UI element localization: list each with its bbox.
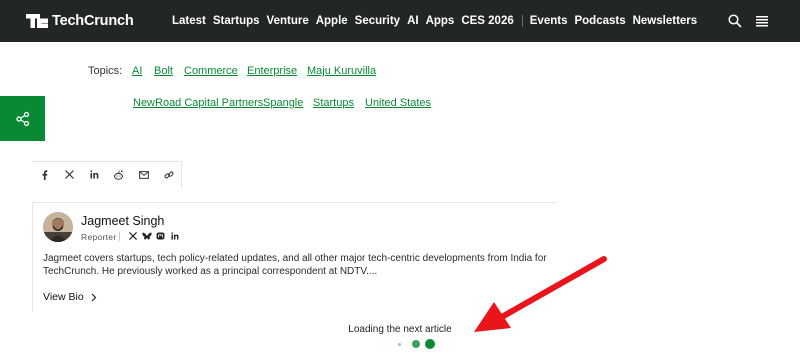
facebook-icon: [42, 169, 48, 180]
topic-tag-maju-kuruvilla[interactable]: Maju Kuruvilla: [307, 65, 376, 77]
author-avatar[interactable]: [43, 212, 73, 242]
techcrunch-logo[interactable]: TechCrunch: [26, 12, 134, 30]
tc-logo-mark-icon: [26, 14, 48, 28]
nav-podcasts[interactable]: Podcasts: [574, 15, 625, 27]
share-x[interactable]: [57, 162, 82, 188]
author-bluesky-link[interactable]: [140, 230, 153, 242]
topic-tag-startups[interactable]: Startups: [313, 97, 354, 109]
share-copy-link[interactable]: [156, 162, 181, 188]
nav-apps[interactable]: Apps: [426, 15, 455, 27]
share-button[interactable]: [0, 96, 45, 141]
author-x-link[interactable]: [126, 230, 139, 242]
loading-dot: [398, 342, 401, 346]
nav-ces-2026[interactable]: CES 2026: [461, 15, 513, 27]
nav-divider: [521, 15, 523, 27]
author-name[interactable]: Jagmeet Singh: [81, 214, 164, 228]
view-bio-label: View Bio: [43, 291, 84, 303]
author-linkedin-link[interactable]: [168, 230, 181, 242]
author-mastodon-link[interactable]: [154, 230, 167, 242]
author-bio: Jagmeet covers startups, tech policy-rel…: [43, 253, 547, 277]
link-icon: [164, 171, 174, 178]
nav-apple[interactable]: Apple: [316, 15, 348, 27]
mastodon-icon: [156, 232, 165, 239]
author-social-links: [119, 230, 182, 242]
nav-latest[interactable]: Latest: [172, 15, 206, 27]
nav-ai[interactable]: AI: [407, 15, 419, 27]
linkedin-icon: [89, 170, 98, 179]
loading-dot-active: [425, 339, 435, 349]
author-card: Jagmeet Singh Reporter Jagmeet covers st…: [32, 202, 556, 312]
topic-tag-united-states[interactable]: United States: [365, 97, 431, 109]
nav-startups[interactable]: Startups: [213, 15, 260, 27]
topic-tag-enterprise[interactable]: Enterprise: [247, 65, 297, 77]
topic-tag-spangle[interactable]: Spangle: [263, 97, 303, 109]
logo-text: TechCrunch: [52, 13, 134, 29]
share-email[interactable]: [131, 162, 156, 188]
x-icon: [64, 170, 74, 179]
topic-tag-newroad-capital-partners[interactable]: NewRoad Capital Partners: [133, 97, 263, 109]
topic-tag-commerce[interactable]: Commerce: [184, 65, 238, 77]
x-icon: [128, 232, 137, 240]
nav-newsletters[interactable]: Newsletters: [633, 15, 698, 27]
social-share-row: [32, 161, 182, 187]
loading-dot: [412, 340, 420, 348]
share-linkedin[interactable]: [82, 162, 107, 188]
author-photo-icon: [43, 212, 73, 242]
share-reddit[interactable]: [106, 162, 131, 188]
main-nav: Latest Startups Venture Apple Security A…: [172, 0, 704, 42]
share-facebook[interactable]: [32, 162, 57, 188]
nav-security[interactable]: Security: [355, 15, 400, 27]
view-bio-link[interactable]: View Bio: [43, 291, 97, 303]
linkedin-icon: [170, 232, 178, 240]
menu-icon[interactable]: [754, 13, 770, 29]
bluesky-icon: [141, 232, 152, 239]
author-role: Reporter: [81, 232, 117, 242]
author-social-divider: [119, 231, 120, 241]
topic-tag-bolt[interactable]: Bolt: [154, 65, 173, 77]
chevron-right-icon: [91, 293, 97, 301]
loading-next-article-text: Loading the next article: [348, 324, 452, 335]
loading-dots: [398, 339, 435, 349]
topics-label: Topics:: [88, 65, 123, 77]
nav-venture[interactable]: Venture: [267, 15, 309, 27]
reddit-icon: [114, 170, 124, 180]
top-navigation-bar: TechCrunch Latest Startups Venture Apple…: [0, 0, 800, 42]
nav-events[interactable]: Events: [530, 15, 568, 27]
topic-tag-ai[interactable]: AI: [132, 65, 142, 77]
email-icon: [138, 170, 149, 179]
search-icon[interactable]: [727, 13, 743, 29]
share-icon: [15, 111, 29, 126]
